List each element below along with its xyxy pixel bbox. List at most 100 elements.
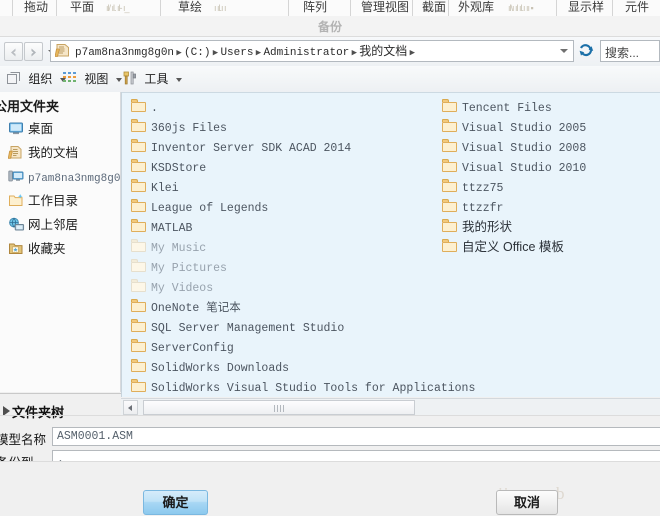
tools-menu[interactable]: 工具 bbox=[122, 69, 182, 89]
back-button[interactable] bbox=[4, 42, 23, 61]
ribbon-clipped-icons: ı ıl.ı ı bbox=[214, 3, 226, 13]
sidebar-item-2[interactable]: p7am8na3nmg8g0n bbox=[8, 166, 120, 188]
folder-icon bbox=[131, 199, 150, 213]
file-list-item[interactable]: MATLAB bbox=[131, 217, 192, 237]
folder-icon bbox=[442, 219, 461, 233]
breadcrumb-segment-3[interactable]: Administrator bbox=[263, 43, 349, 61]
file-name: League of Legends bbox=[151, 202, 269, 215]
panel-divider bbox=[0, 393, 121, 394]
breadcrumb-arrow-icon: ▶ bbox=[255, 48, 262, 58]
ribbon-item-0[interactable]: 拖动 bbox=[24, 0, 48, 15]
file-list-item[interactable]: Klei bbox=[131, 177, 179, 197]
breadcrumb-segment-1[interactable]: (C:) bbox=[184, 43, 210, 61]
file-name: Klei bbox=[151, 182, 179, 195]
ribbon-item-3[interactable]: 阵列 bbox=[303, 0, 327, 15]
ribbon-separator bbox=[412, 0, 413, 16]
working-directory-icon bbox=[8, 193, 26, 209]
cancel-button[interactable]: 取消 bbox=[496, 490, 558, 515]
ribbon-item-6[interactable]: 外观库 bbox=[458, 0, 494, 15]
file-list-item[interactable]: 360js Files bbox=[131, 117, 227, 137]
ribbon-item-1[interactable]: 平面 bbox=[70, 0, 94, 15]
file-name: 自定义 Office 模板 bbox=[462, 240, 564, 254]
sidebar-item-0[interactable]: 桌面 bbox=[8, 118, 53, 140]
file-list-item[interactable]: My Music bbox=[131, 237, 206, 257]
model-name-field[interactable]: ASM0001.ASM bbox=[52, 427, 660, 446]
ribbon-separator bbox=[448, 0, 449, 16]
chevron-down-icon bbox=[115, 77, 122, 82]
folder-tree-label: 文件夹树 bbox=[12, 405, 65, 420]
file-list-item[interactable]: 自定义 Office 模板 bbox=[442, 237, 564, 257]
sidebar-item-3[interactable]: 工作目录 bbox=[8, 190, 78, 212]
left-arrow-icon bbox=[128, 405, 132, 411]
model-name-row: 模型名称 ASM0001.ASM bbox=[0, 427, 660, 447]
file-list-item[interactable]: KSDStore bbox=[131, 157, 206, 177]
file-list-item[interactable]: Visual Studio 2010 bbox=[442, 157, 586, 177]
file-name: SolidWorks Downloads bbox=[151, 362, 290, 375]
file-list-item[interactable]: Visual Studio 2005 bbox=[442, 117, 586, 137]
search-input[interactable]: 搜索... bbox=[600, 40, 660, 62]
breadcrumb-arrow-icon: ▶ bbox=[176, 48, 182, 58]
file-list-item[interactable]: 我的形状 bbox=[442, 217, 512, 237]
scroll-left-button[interactable] bbox=[123, 400, 138, 415]
folder-tree-toggle[interactable]: 文件夹树 bbox=[0, 400, 121, 420]
scrollbar-grip bbox=[274, 405, 285, 412]
favorites-icon bbox=[8, 241, 26, 257]
file-name: SolidWorks Visual Studio Tools for Appli… bbox=[151, 382, 476, 395]
file-name: My Videos bbox=[151, 282, 214, 295]
ribbon-item-8[interactable]: 元件 bbox=[625, 0, 649, 15]
folder-icon bbox=[442, 199, 461, 213]
breadcrumb-segment-4[interactable]: 我的文档 bbox=[359, 41, 407, 61]
folder-icon bbox=[442, 99, 461, 113]
breadcrumb-segment-0[interactable]: p7am8na3nmg8g0n bbox=[75, 43, 174, 61]
sidebar-item-4[interactable]: 网上邻居 bbox=[8, 214, 78, 236]
horizontal-scrollbar[interactable] bbox=[121, 398, 660, 415]
file-list-item[interactable]: My Videos bbox=[131, 277, 213, 297]
file-name: My Pictures bbox=[151, 262, 227, 275]
file-list-pane[interactable]: . 360js Files Inventor Server SDK ACAD 201… bbox=[121, 92, 660, 397]
model-name-label: 模型名称 bbox=[0, 433, 47, 447]
file-list-item[interactable]: ServerConfig bbox=[131, 337, 234, 357]
file-name: SQL Server Management Studio bbox=[151, 322, 345, 335]
organize-icon bbox=[6, 72, 25, 86]
folder-icon bbox=[131, 319, 150, 333]
view-menu[interactable]: 视图 bbox=[62, 69, 122, 89]
ribbon-item-7[interactable]: 显示样 bbox=[568, 0, 604, 15]
ribbon-item-5[interactable]: 截面 bbox=[422, 0, 446, 15]
ribbon-item-4[interactable]: 管理视图 bbox=[361, 0, 409, 15]
file-list-item[interactable]: League of Legends bbox=[131, 197, 268, 217]
file-list-item[interactable]: SolidWorks Visual Studio Tools for Appli… bbox=[131, 377, 475, 397]
chevron-down-icon bbox=[175, 77, 182, 82]
network-icon bbox=[8, 217, 26, 233]
file-list-item[interactable]: ttzz75 bbox=[442, 177, 503, 197]
tools-icon bbox=[122, 71, 141, 86]
file-list-item[interactable]: Tencent Files bbox=[442, 97, 552, 117]
breadcrumb[interactable]: p7am8na3nmg8g0n ▶ (C:) ▶ Users ▶ Administrator… bbox=[75, 41, 551, 61]
file-list-item[interactable]: OneNote 笔记本 bbox=[131, 297, 241, 317]
breadcrumb-bar[interactable]: p7am8na3nmg8g0n ▶ (C:) ▶ Users ▶ Administrator… bbox=[50, 40, 574, 62]
organize-menu[interactable]: 组织 bbox=[6, 69, 66, 89]
ribbon-item-2[interactable]: 草绘 bbox=[178, 0, 202, 15]
sidebar-item-5[interactable]: 收藏夹 bbox=[8, 238, 66, 260]
file-list-item[interactable]: SQL Server Management Studio bbox=[131, 317, 344, 337]
file-list-item[interactable]: ttzzfr bbox=[442, 197, 503, 217]
folder-icon bbox=[131, 99, 150, 113]
ok-button[interactable]: 确定 bbox=[143, 490, 208, 515]
breadcrumb-dropdown-icon[interactable] bbox=[560, 49, 568, 53]
breadcrumb-arrow-icon: ▶ bbox=[212, 48, 219, 58]
file-name: Visual Studio 2005 bbox=[462, 122, 587, 135]
file-list-item[interactable]: Inventor Server SDK ACAD 2014 bbox=[131, 137, 351, 157]
breadcrumb-segment-2[interactable]: Users bbox=[220, 43, 253, 61]
forward-button[interactable] bbox=[24, 42, 43, 61]
sidebar-item-label: 我的文档 bbox=[28, 146, 79, 160]
file-list-item[interactable]: SolidWorks Downloads bbox=[131, 357, 289, 377]
sidebar-item-1[interactable]: 我的文档 bbox=[7, 142, 79, 164]
folder-icon bbox=[442, 119, 461, 133]
file-list-item[interactable]: Visual Studio 2008 bbox=[442, 137, 586, 157]
refresh-button[interactable] bbox=[578, 42, 596, 60]
file-name: 360js Files bbox=[151, 122, 227, 135]
scrollbar-thumb[interactable] bbox=[143, 400, 415, 415]
file-list-item[interactable]: My Pictures bbox=[131, 257, 227, 277]
file-list-item[interactable]: . bbox=[131, 97, 158, 117]
file-name: MATLAB bbox=[151, 222, 193, 235]
sidebar-item-label: 网上邻居 bbox=[28, 218, 79, 232]
